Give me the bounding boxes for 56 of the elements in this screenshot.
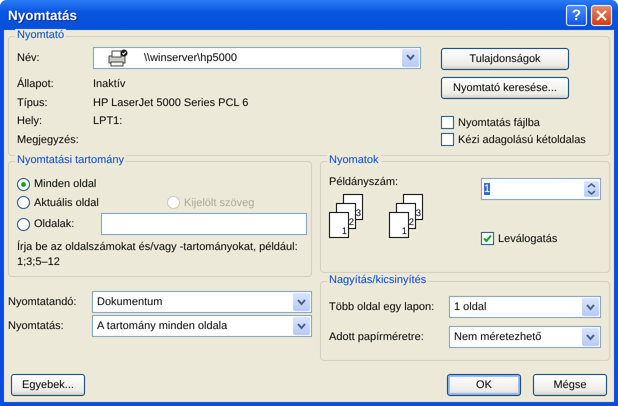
radio-button[interactable]	[17, 218, 30, 230]
radio-button[interactable]	[17, 178, 30, 191]
chevron-down-icon	[297, 298, 306, 306]
close-icon	[596, 10, 607, 20]
chevron-down-icon	[297, 322, 306, 330]
close-button[interactable]	[591, 4, 612, 26]
dialog-button[interactable]: Tulajdonságok	[441, 48, 569, 70]
group-title: Nyomatok	[327, 154, 381, 166]
checkbox-label: Nyomtatás fájlba	[458, 116, 540, 128]
dropdown[interactable]: A tartomány minden oldala	[92, 315, 312, 337]
field-label: Adott papírméretre:	[329, 331, 425, 343]
chevron-down-icon	[586, 304, 595, 310]
spin-box[interactable]: 1	[481, 178, 601, 200]
field-label: Több oldal egy lapon:	[329, 301, 436, 313]
help-button[interactable]: ?	[566, 4, 587, 26]
checkbox[interactable]	[441, 116, 454, 129]
dropdown[interactable]: Nem méretezhető	[449, 326, 601, 348]
checkmark-icon	[483, 234, 492, 243]
window-title: Nyomtatás	[8, 8, 78, 22]
dropdown[interactable]: \\winserver\hp5000	[93, 46, 421, 69]
checkbox[interactable]	[481, 232, 494, 245]
radio-label: Aktuális oldal	[34, 196, 99, 209]
dropdown[interactable]: Dokumentum	[92, 291, 312, 313]
field-value: LPT1:	[93, 115, 122, 128]
field-label: Típus:	[17, 96, 49, 109]
dialog-button[interactable]: Nyomtató keresése...	[441, 77, 569, 99]
field-value: HP LaserJet 5000 Series PCL 6	[93, 96, 248, 109]
field-label: Állapot:	[17, 78, 55, 90]
field-label: Hely:	[17, 115, 44, 128]
checkbox-label: Kézi adagolású kétoldalas	[458, 134, 586, 146]
group-title: Nagyítás/kicsinyítés	[327, 274, 428, 286]
field-label: Nyomtatandó:	[8, 296, 78, 308]
page-stack-drawing: 3 2 1	[329, 194, 363, 238]
field-label: Megjegyzés:	[17, 134, 80, 146]
group-title: Nyomtató	[15, 29, 66, 41]
printer-icon	[106, 48, 128, 67]
radio-label: Kijelölt szöveg	[184, 196, 254, 209]
hint-text: Írja be az oldalszámokat és/vagy -tartományokat, például: 1;3;5–12	[17, 240, 299, 270]
dialog-button[interactable]: Mégse	[533, 374, 607, 396]
dropdown[interactable]: 1 oldal	[449, 296, 601, 318]
input-field[interactable]	[101, 213, 307, 235]
page-stack-drawing: 3 2 1	[389, 194, 423, 238]
field-value: Inaktív	[93, 78, 126, 90]
field-label: Nyomtatás:	[8, 320, 65, 332]
checkbox-label: Leválogatás	[498, 232, 558, 244]
checkbox[interactable]	[441, 133, 454, 146]
radio-button[interactable]	[17, 196, 30, 210]
field-label: Példányszám:	[329, 176, 400, 188]
dialog-button[interactable]: Egyebek...	[11, 374, 85, 396]
group-title: Nyomtatási tartomány	[15, 154, 126, 166]
radio-label: Oldalak:	[34, 218, 74, 230]
radio-label: Minden oldal	[34, 178, 96, 190]
dialog-button[interactable]: OK	[447, 374, 521, 396]
chevron-down-icon	[406, 54, 415, 62]
field-label: Név:	[17, 52, 41, 64]
chevron-down-icon	[586, 334, 595, 340]
